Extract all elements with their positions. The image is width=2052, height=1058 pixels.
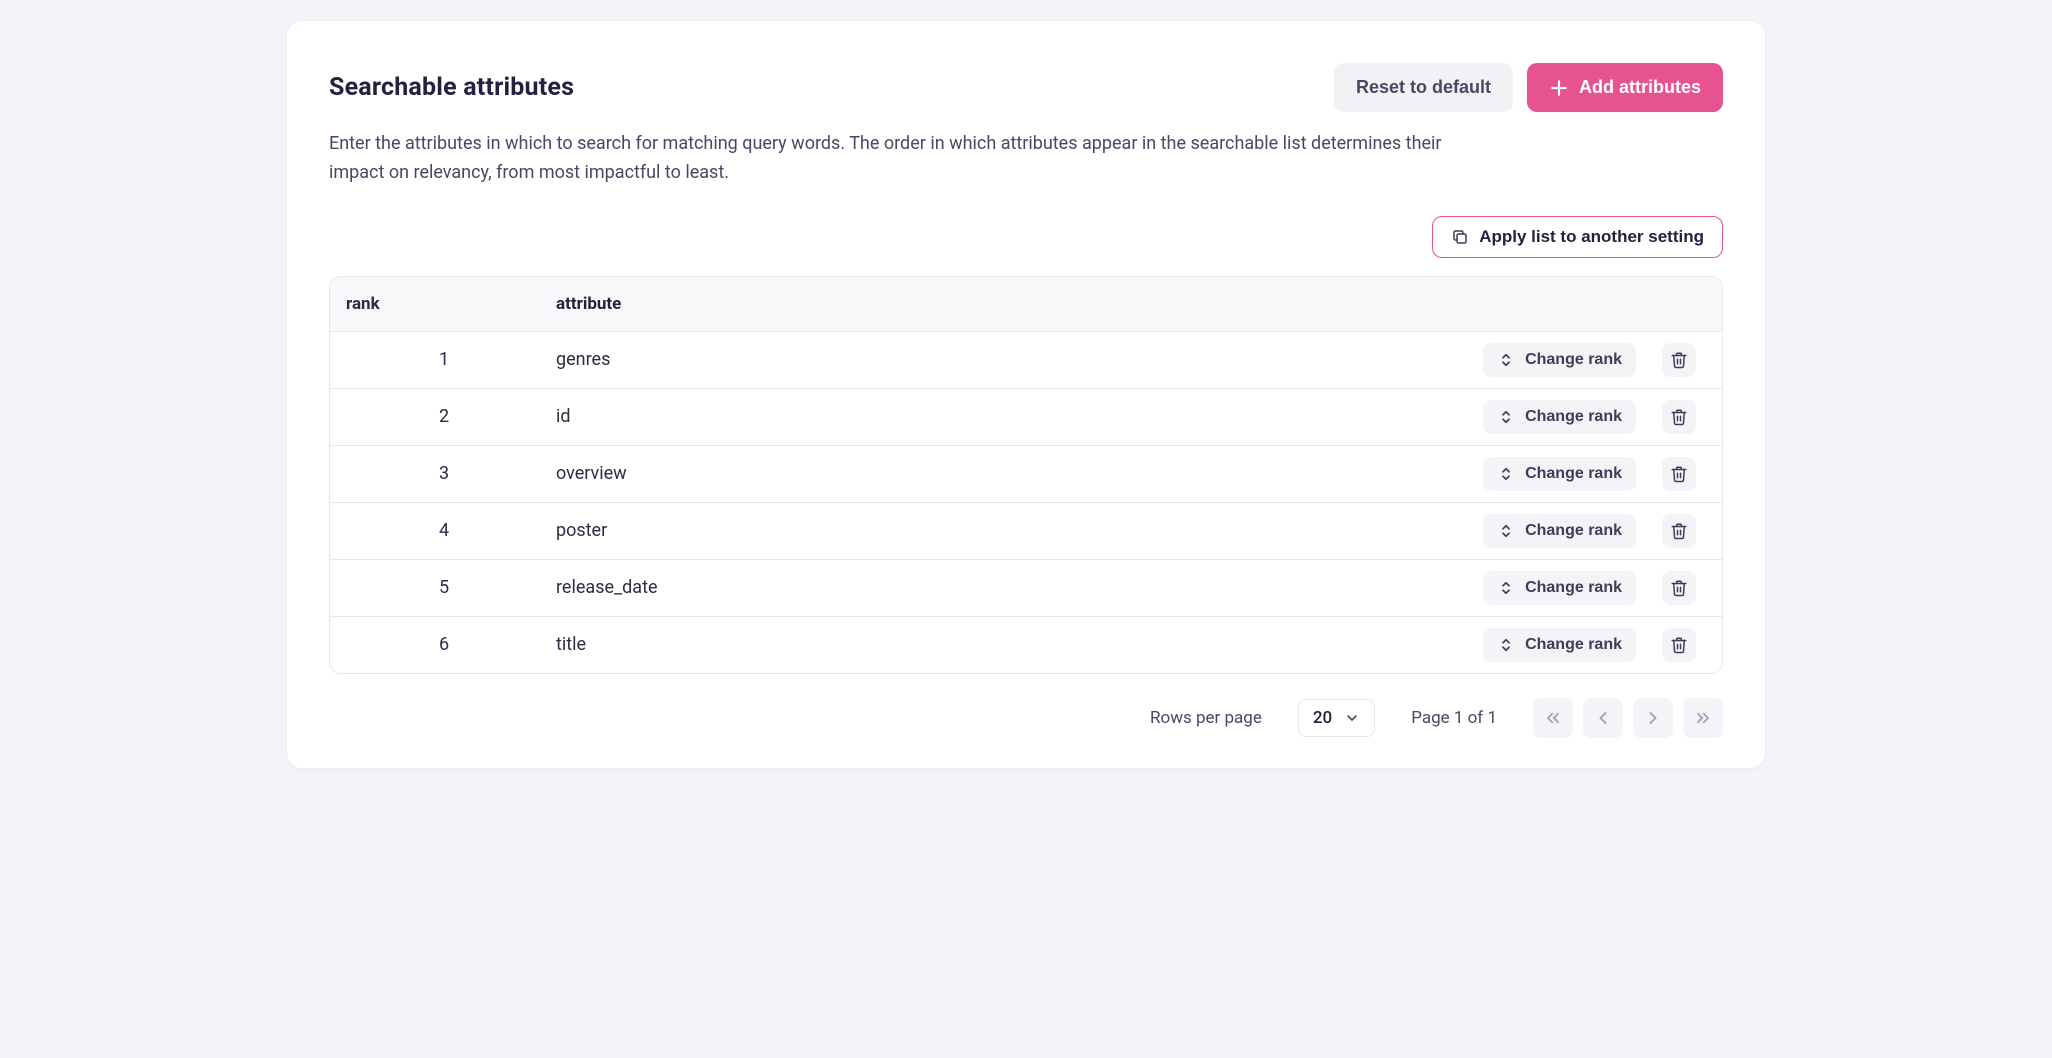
cell-rank: 6	[344, 634, 544, 655]
sort-icon	[1497, 579, 1515, 597]
attributes-table: rank attribute 1genres Change rank 2id Chan…	[329, 276, 1723, 674]
apply-list-label: Apply list to another setting	[1479, 227, 1704, 247]
apply-row: Apply list to another setting	[329, 216, 1723, 258]
change-rank-button[interactable]: Change rank	[1483, 457, 1636, 491]
chevrons-left-icon	[1543, 708, 1563, 728]
table-row: 6title Change rank	[330, 616, 1722, 673]
delete-row-button[interactable]	[1662, 571, 1696, 605]
cell-attribute: id	[544, 406, 1448, 427]
chevrons-right-icon	[1693, 708, 1713, 728]
page-next-button[interactable]	[1633, 698, 1673, 738]
table-row: 3overview Change rank	[330, 445, 1722, 502]
card-header: Searchable attributes Reset to default A…	[329, 63, 1723, 112]
sort-icon	[1497, 636, 1515, 654]
col-header-rank: rank	[344, 294, 544, 314]
table-row: 5release_date Change rank	[330, 559, 1722, 616]
rows-per-page-select[interactable]: 20	[1298, 699, 1375, 737]
cell-rank: 3	[344, 463, 544, 484]
page-prev-button[interactable]	[1583, 698, 1623, 738]
trash-icon	[1670, 522, 1688, 540]
table-row: 1genres Change rank	[330, 331, 1722, 388]
reset-to-default-label: Reset to default	[1356, 77, 1491, 98]
cell-attribute: title	[544, 634, 1448, 655]
change-rank-button[interactable]: Change rank	[1483, 628, 1636, 662]
trash-icon	[1670, 408, 1688, 426]
page-first-button[interactable]	[1533, 698, 1573, 738]
page-status: Page 1 of 1	[1411, 708, 1497, 728]
rows-per-page-label: Rows per page	[1150, 708, 1262, 728]
cell-rank: 5	[344, 577, 544, 598]
trash-icon	[1670, 351, 1688, 369]
cell-attribute: genres	[544, 349, 1448, 370]
reset-to-default-button[interactable]: Reset to default	[1334, 63, 1513, 112]
cell-attribute: overview	[544, 463, 1448, 484]
change-rank-button[interactable]: Change rank	[1483, 343, 1636, 377]
delete-row-button[interactable]	[1662, 343, 1696, 377]
change-rank-label: Change rank	[1525, 522, 1622, 540]
plus-icon	[1549, 78, 1569, 98]
cell-rank: 2	[344, 406, 544, 427]
delete-row-button[interactable]	[1662, 514, 1696, 548]
col-header-attribute: attribute	[544, 294, 1448, 314]
pagination	[1533, 698, 1723, 738]
change-rank-button[interactable]: Change rank	[1483, 571, 1636, 605]
add-attributes-label: Add attributes	[1579, 77, 1701, 98]
rows-per-page-value: 20	[1313, 708, 1332, 728]
change-rank-label: Change rank	[1525, 351, 1622, 369]
delete-row-button[interactable]	[1662, 628, 1696, 662]
delete-row-button[interactable]	[1662, 457, 1696, 491]
sort-icon	[1497, 465, 1515, 483]
trash-icon	[1670, 465, 1688, 483]
chevron-right-icon	[1643, 708, 1663, 728]
change-rank-label: Change rank	[1525, 579, 1622, 597]
change-rank-label: Change rank	[1525, 408, 1622, 426]
trash-icon	[1670, 636, 1688, 654]
chevron-left-icon	[1593, 708, 1613, 728]
settings-card: Searchable attributes Reset to default A…	[286, 20, 1766, 769]
change-rank-button[interactable]: Change rank	[1483, 400, 1636, 434]
description-text: Enter the attributes in which to search …	[329, 130, 1449, 188]
cell-rank: 1	[344, 349, 544, 370]
sort-icon	[1497, 522, 1515, 540]
cell-attribute: poster	[544, 520, 1448, 541]
trash-icon	[1670, 579, 1688, 597]
table-row: 2id Change rank	[330, 388, 1722, 445]
sort-icon	[1497, 351, 1515, 369]
table-body: 1genresChange rank2idChange rank3overvie…	[330, 331, 1722, 673]
table-row: 4poster Change rank	[330, 502, 1722, 559]
table-footer: Rows per page 20 Page 1 of 1	[329, 698, 1723, 738]
change-rank-label: Change rank	[1525, 636, 1622, 654]
sort-icon	[1497, 408, 1515, 426]
page-last-button[interactable]	[1683, 698, 1723, 738]
cell-rank: 4	[344, 520, 544, 541]
delete-row-button[interactable]	[1662, 400, 1696, 434]
change-rank-button[interactable]: Change rank	[1483, 514, 1636, 548]
apply-list-button[interactable]: Apply list to another setting	[1432, 216, 1723, 258]
table-header: rank attribute	[330, 277, 1722, 331]
change-rank-label: Change rank	[1525, 465, 1622, 483]
chevron-down-icon	[1344, 710, 1360, 726]
copy-icon	[1451, 228, 1469, 246]
header-actions: Reset to default Add attributes	[1334, 63, 1723, 112]
page-title: Searchable attributes	[329, 73, 574, 102]
add-attributes-button[interactable]: Add attributes	[1527, 63, 1723, 112]
cell-attribute: release_date	[544, 577, 1448, 598]
